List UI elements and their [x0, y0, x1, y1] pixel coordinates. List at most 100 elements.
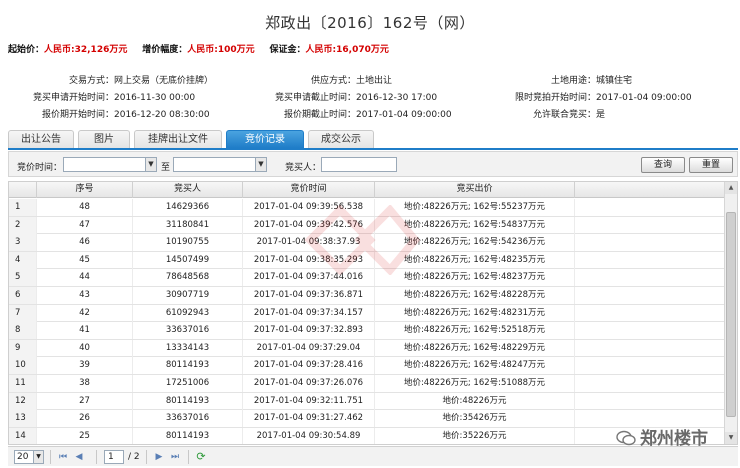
row-number: 14 — [9, 427, 37, 444]
scroll-down-icon[interactable]: ▼ — [725, 432, 737, 444]
bid-price-cell: 地价:48226万元; 162号:48229万元 — [375, 339, 575, 357]
land-use-value: 城镇住宅 — [596, 76, 633, 86]
bidder-cell: 31180841 — [133, 216, 243, 234]
table-row[interactable]: 9 40 13334143 2017-01-04 09:37:29.04 地价:4822… — [9, 339, 725, 358]
reset-button[interactable]: 重置 — [689, 157, 733, 173]
page-size-value: 20 — [17, 452, 29, 462]
table-row[interactable]: 12 27 80114193 2017-01-04 09:32:11.751 地价:48… — [9, 392, 725, 411]
bid-time-cell: 2017-01-04 09:30:54.89 — [243, 427, 375, 444]
chevron-down-icon[interactable]: ▼ — [33, 451, 43, 463]
bid-time-label: 竞价时间： — [17, 163, 63, 173]
bid-time-cell: 2017-01-04 09:37:28.416 — [243, 357, 375, 375]
tab-bar: 出让公告 图片 挂牌出让文件 竞价记录 成交公示 — [8, 130, 738, 148]
apply-end-value: 2016-12-30 17:00 — [356, 93, 438, 103]
seq-cell: 44 — [37, 269, 133, 287]
table-row[interactable]: 6 43 30907719 2017-01-04 09:37:36.871 地价:482… — [9, 286, 725, 305]
table-row[interactable]: 8 41 33637016 2017-01-04 09:37:32.893 地价:482… — [9, 322, 725, 340]
column-header-bid-time[interactable]: 竞价时间 — [243, 182, 375, 198]
to-label: 至 — [161, 163, 171, 173]
bid-price-cell: 地价:48226万元; 162号:48237万元 — [375, 269, 575, 287]
limited-bid-start-value: 2017-01-04 09:00:00 — [596, 93, 692, 103]
row-number: 5 — [9, 269, 37, 287]
tab-pictures[interactable]: 图片 — [78, 130, 130, 148]
tab-bid-records[interactable]: 竞价记录 — [226, 130, 304, 148]
bid-price-cell: 地价:48226万元 — [375, 392, 575, 410]
land-use-label: 土地用途： — [550, 76, 596, 86]
table-row[interactable]: 5 44 78648568 2017-01-04 09:37:44.016 地价:482… — [9, 269, 725, 287]
bidder-cell: 10190755 — [133, 234, 243, 252]
quote-start-value: 2016-12-20 08:30:00 — [114, 110, 210, 120]
bidder-cell: 61092943 — [133, 304, 243, 322]
apply-end-label: 竞买申请截止时间： — [274, 93, 356, 103]
tab-underline — [8, 148, 738, 150]
bid-time-cell: 2017-01-04 09:37:44.016 — [243, 269, 375, 287]
info-row-1: 交易方式：网上交易（无底价挂牌） 供应方式：土地出让 土地用途：城镇住宅 — [0, 73, 740, 86]
table-row[interactable]: 10 39 80114193 2017-01-04 09:37:28.416 地价:48… — [9, 357, 725, 375]
apply-start-value: 2016-11-30 00:00 — [114, 93, 196, 103]
column-header-rownum — [9, 182, 37, 198]
pager-separator — [96, 450, 97, 464]
seq-cell: 43 — [37, 286, 133, 304]
seq-cell: 27 — [37, 392, 133, 410]
refresh-icon[interactable]: ⟳ — [194, 450, 208, 464]
wechat-icon — [616, 430, 636, 446]
table-row[interactable]: 2 47 31180841 2017-01-04 09:39:42.576 地价:482… — [9, 216, 725, 235]
row-number: 9 — [9, 339, 37, 357]
pager-separator — [146, 450, 147, 464]
row-number: 10 — [9, 357, 37, 375]
bidder-cell: 80114193 — [133, 392, 243, 410]
row-number: 3 — [9, 234, 37, 252]
bid-time-cell: 2017-01-04 09:37:34.157 — [243, 304, 375, 322]
row-number: 7 — [9, 304, 37, 322]
table-row[interactable]: 11 38 17251006 2017-01-04 09:37:26.076 地价:48… — [9, 374, 725, 393]
supply-mode-value: 土地出让 — [356, 76, 393, 86]
tab-listing-documents[interactable]: 挂牌出让文件 — [134, 130, 222, 148]
info-row-2: 竞买申请开始时间：2016-11-30 00:00 竞买申请截止时间：2016-… — [0, 90, 740, 103]
column-header-bid-price[interactable]: 竞买出价 — [375, 182, 575, 198]
bidder-label: 竞买人： — [285, 163, 322, 173]
bid-time-end-select[interactable]: ▼ — [173, 157, 267, 172]
column-header-bidder[interactable]: 竞买人 — [133, 182, 243, 198]
seq-cell: 45 — [37, 251, 133, 269]
bid-time-cell: 2017-01-04 09:37:29.04 — [243, 339, 375, 357]
page-size-select[interactable]: 20 ▼ — [14, 450, 44, 464]
tab-announcement[interactable]: 出让公告 — [8, 130, 74, 148]
bidder-cell: 14507499 — [133, 251, 243, 269]
brand-text: 郑州楼市 — [640, 429, 708, 449]
quote-start-label: 报价期开始时间： — [41, 110, 114, 120]
tab-deal-publicity[interactable]: 成交公示 — [308, 130, 374, 148]
deposit-label: 保证金： — [269, 45, 306, 55]
seq-cell: 38 — [37, 374, 133, 392]
query-button[interactable]: 查询 — [641, 157, 685, 173]
bidder-cell: 17251006 — [133, 374, 243, 392]
joint-bid-label: 允许联合竞买： — [532, 110, 596, 120]
info-row-3: 报价期开始时间：2016-12-20 08:30:00 报价期截止时间：2017… — [0, 107, 740, 120]
bid-time-cell: 2017-01-04 09:37:26.076 — [243, 374, 375, 392]
bid-time-start-select[interactable]: ▼ — [63, 157, 157, 172]
scroll-up-icon[interactable]: ▲ — [725, 182, 737, 194]
bid-time-cell: 2017-01-04 09:39:42.576 — [243, 216, 375, 234]
scrollbar-thumb[interactable] — [726, 212, 736, 417]
table-scrollbar[interactable]: ▲ ▼ — [724, 182, 737, 444]
first-page-icon[interactable]: ⏮ — [56, 450, 70, 464]
table-row[interactable]: 3 46 10190755 2017-01-04 09:38:37.93 地价:4822… — [9, 234, 725, 252]
chevron-down-icon[interactable]: ▼ — [145, 158, 156, 171]
table-row[interactable]: 4 45 14507499 2017-01-04 09:38:35.293 地价:482… — [9, 251, 725, 270]
next-page-icon[interactable]: ▶ — [152, 450, 166, 464]
table-body: 1 48 14629366 2017-01-04 09:39:56.538 地价:482… — [9, 199, 725, 444]
bid-price-cell: 地价:48226万元; 162号:55237万元 — [375, 199, 575, 216]
last-page-icon[interactable]: ⏭ — [168, 450, 182, 464]
seq-cell: 39 — [37, 357, 133, 375]
chevron-down-icon[interactable]: ▼ — [255, 158, 266, 171]
current-page-input[interactable]: 1 — [104, 450, 124, 464]
bid-time-cell: 2017-01-04 09:39:56.538 — [243, 199, 375, 216]
bidder-input[interactable] — [321, 157, 397, 172]
seq-cell: 25 — [37, 427, 133, 444]
apply-start-label: 竞买申请开始时间： — [32, 93, 114, 103]
table-row[interactable]: 7 42 61092943 2017-01-04 09:37:34.157 地价:482… — [9, 304, 725, 323]
row-number: 11 — [9, 374, 37, 392]
column-header-seq[interactable]: 序号 — [37, 182, 133, 198]
deposit-value: 人民币:16,070万元 — [305, 45, 389, 55]
prev-page-icon[interactable]: ◀ — [72, 450, 86, 464]
table-row[interactable]: 1 48 14629366 2017-01-04 09:39:56.538 地价:482… — [9, 199, 725, 217]
